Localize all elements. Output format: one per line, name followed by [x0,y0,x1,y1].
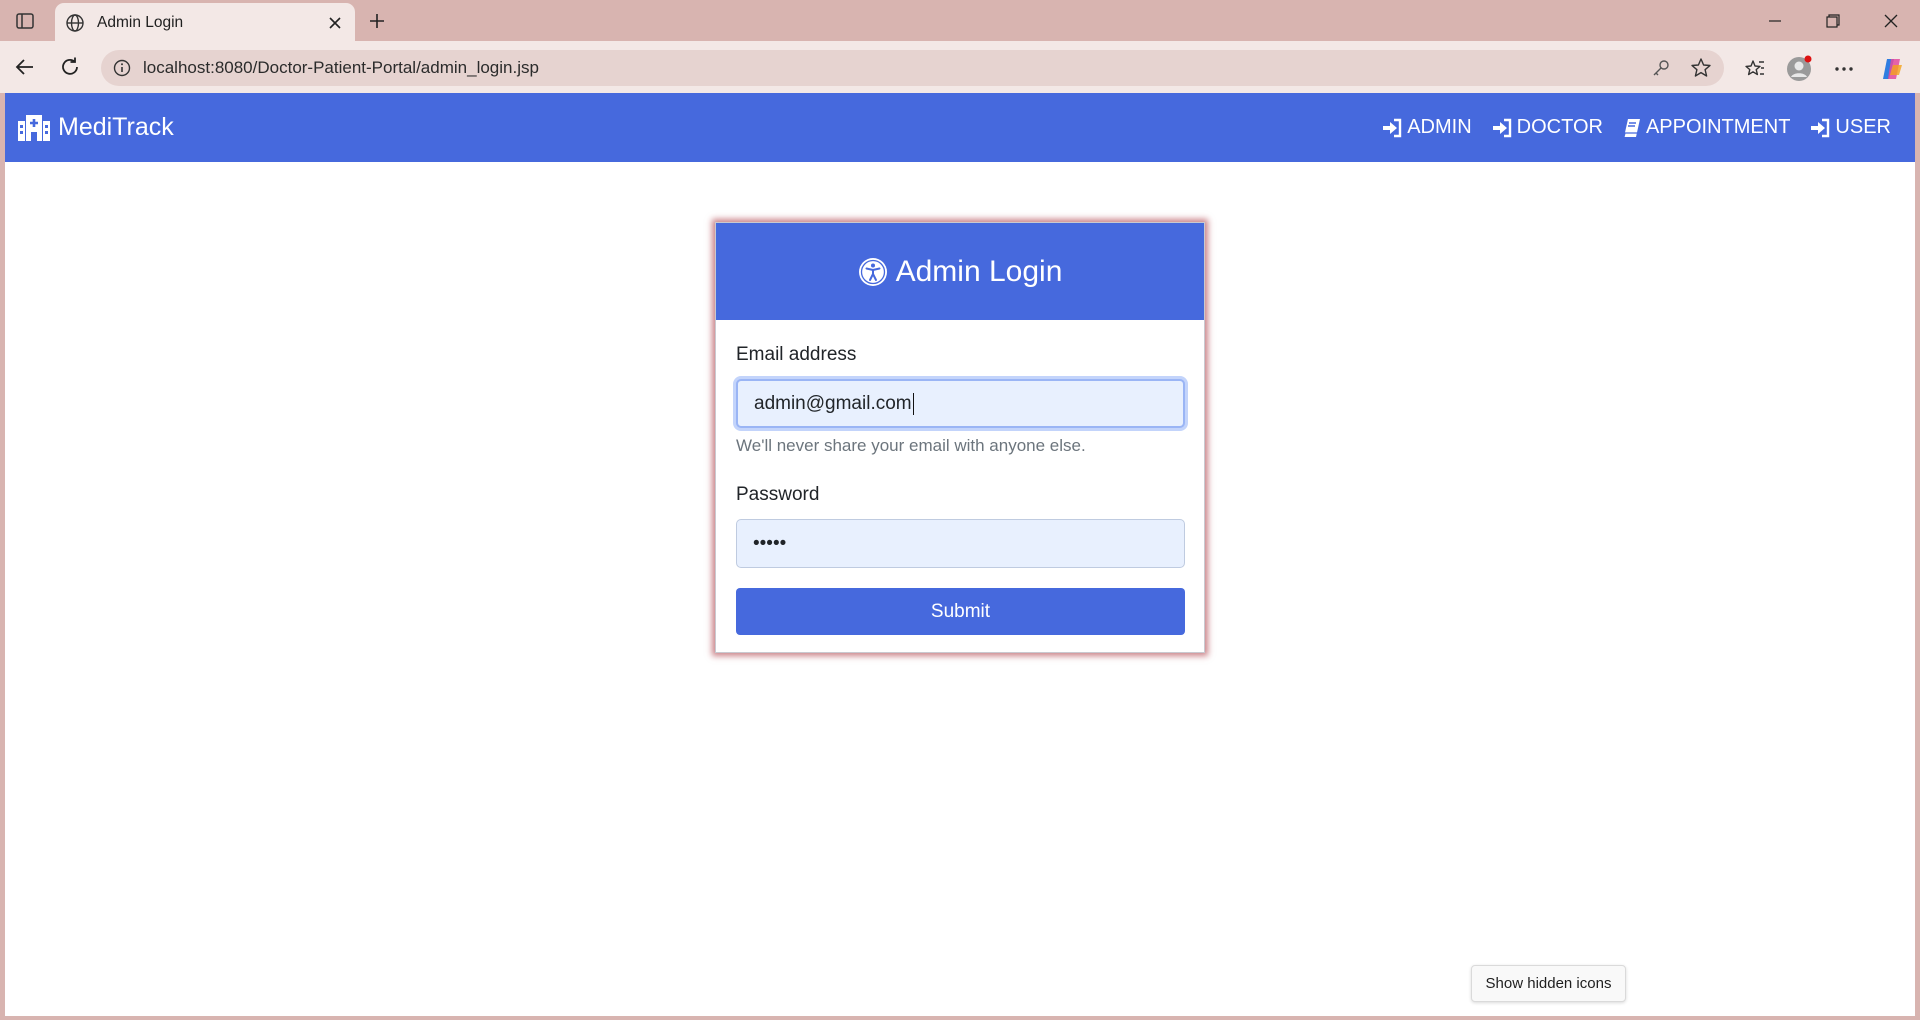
email-label: Email address [736,344,857,365]
email-value: admin@gmail.com [754,392,912,414]
tab-title: Admin Login [97,13,184,31]
login-title: Admin Login [895,254,1063,288]
login-form: Email address admin@gmail.com We'll neve… [716,320,1204,635]
new-tab-icon[interactable] [362,8,392,34]
nav-doctor-label: DOCTOR [1516,116,1603,138]
nav-admin-link[interactable]: ADMIN [1382,116,1472,139]
copilot-icon[interactable] [1875,52,1909,86]
minimize-icon[interactable] [1746,0,1804,41]
nav-doctor-link[interactable]: DOCTOR [1492,116,1603,139]
submit-button[interactable]: Submit [736,588,1185,635]
sign-in-icon [1382,118,1407,138]
globe-icon [65,13,85,33]
brand-name: MediTrack [58,113,174,141]
password-field[interactable]: ••••• [736,519,1185,568]
nav-appointment-link[interactable]: APPOINTMENT [1623,116,1790,139]
password-value: ••••• [753,532,787,554]
brand-link[interactable]: MediTrack [18,93,174,162]
more-options-icon[interactable] [1827,52,1861,86]
address-bar[interactable]: localhost:8080/Doctor-Patient-Portal/adm… [101,50,1724,86]
url-text[interactable]: localhost:8080/Doctor-Patient-Portal/adm… [143,58,1644,78]
nav-appointment-label: APPOINTMENT [1645,116,1791,138]
site-navbar: MediTrack ADMIN DOCTOR APPOINTMENT USER [5,93,1915,162]
nav-user-link[interactable]: USER [1810,116,1891,139]
page-viewport: MediTrack ADMIN DOCTOR APPOINTMENT USER [5,93,1915,1016]
refresh-icon[interactable] [54,51,86,83]
close-window-icon[interactable] [1862,0,1920,41]
favorite-star-icon[interactable] [1684,51,1718,85]
book-icon [1623,118,1646,138]
nav-admin-label: ADMIN [1407,116,1472,138]
restore-icon[interactable] [1804,0,1862,41]
site-info-icon[interactable] [111,57,133,79]
show-hidden-icons-tooltip: Show hidden icons [1471,965,1626,1002]
browser-tab-bar: Admin Login [0,0,1920,42]
tab-actions-icon[interactable] [10,8,40,34]
browser-tab-active[interactable]: Admin Login [55,3,355,42]
nav-links: ADMIN DOCTOR APPOINTMENT USER [1362,93,1891,162]
login-card-header: Admin Login [716,223,1204,320]
email-help-text: We'll never share your email with anyone… [736,436,1086,455]
login-card: Admin Login Email address admin@gmail.co… [715,222,1205,653]
back-arrow-icon[interactable] [9,51,41,83]
favorites-icon[interactable] [1738,52,1772,86]
sign-in-icon [1810,118,1835,138]
sign-in-icon [1492,118,1517,138]
password-label: Password [736,484,820,505]
email-field[interactable]: admin@gmail.com [736,379,1185,428]
accessibility-icon [858,257,888,287]
text-caret [912,392,914,415]
hospital-icon [18,114,50,141]
nav-user-label: USER [1835,116,1891,138]
close-tab-icon[interactable] [323,11,347,35]
profile-avatar-icon[interactable] [1782,52,1816,86]
password-key-icon[interactable] [1644,51,1678,85]
